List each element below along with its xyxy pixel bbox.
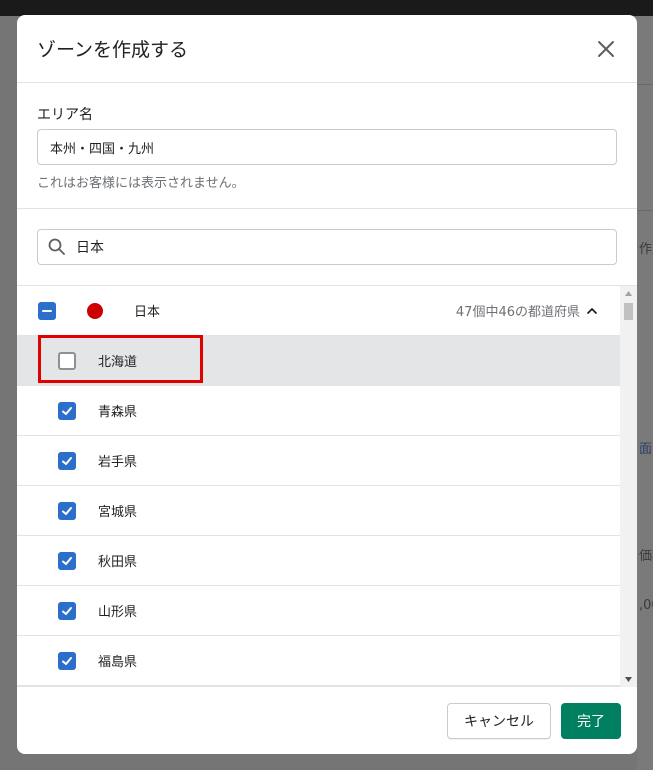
search-input[interactable]: 日本 xyxy=(37,229,617,265)
prefecture-row[interactable]: 福島県 xyxy=(17,636,620,686)
scroll-down-arrow-icon[interactable] xyxy=(620,672,637,687)
prefecture-name: 秋田県 xyxy=(98,555,138,570)
prefecture-name: 山形県 xyxy=(98,605,138,620)
minus-icon xyxy=(42,309,52,312)
modal-footer: キャンセル 完了 xyxy=(17,687,637,754)
backdrop-text: 価格 xyxy=(639,549,653,564)
country-count-text: 47個中46の都道府県 xyxy=(455,305,580,320)
prefecture-row[interactable]: 宮城県 xyxy=(17,486,620,536)
prefecture-name: 福島県 xyxy=(98,655,138,670)
cancel-button[interactable]: キャンセル xyxy=(447,702,551,739)
prefecture-row[interactable]: 山形県 xyxy=(17,586,620,636)
app-top-bar xyxy=(0,0,653,16)
create-zone-modal: ゾーンを作成する エリア名 本州・四国・九州 これはお客様には表示されません。 … xyxy=(17,15,637,754)
backdrop xyxy=(637,16,653,770)
prefecture-row[interactable]: 秋田県 xyxy=(17,536,620,586)
backdrop-text: ,00 xyxy=(639,598,653,613)
region-list-area: 日本 47個中46の都道府県 北海道青森県岩手県宮城県秋田県山形県福島県 xyxy=(17,286,637,687)
checkmark-icon xyxy=(62,656,72,665)
prefecture-checkbox[interactable] xyxy=(58,351,76,370)
prefecture-name: 青森県 xyxy=(98,405,138,420)
region-list[interactable]: 日本 47個中46の都道府県 北海道青森県岩手県宮城県秋田県山形県福島県 xyxy=(17,286,620,687)
prefecture-row[interactable]: 北海道 xyxy=(17,336,620,386)
backdrop-divider xyxy=(637,84,653,85)
close-icon xyxy=(598,40,614,57)
checkmark-icon xyxy=(62,556,72,565)
backdrop-text: 作成 xyxy=(639,242,653,257)
done-button[interactable]: 完了 xyxy=(561,702,621,739)
list-scrollbar[interactable] xyxy=(620,286,637,687)
close-button[interactable] xyxy=(593,36,619,62)
checkmark-icon xyxy=(62,506,72,515)
modal-header: ゾーンを作成する xyxy=(17,15,637,83)
search-value: 日本 xyxy=(76,240,104,256)
prefecture-checkbox[interactable] xyxy=(58,651,76,670)
prefecture-name: 宮城県 xyxy=(98,505,138,520)
prefecture-name: 岩手県 xyxy=(98,455,138,470)
prefecture-row[interactable]: 青森県 xyxy=(17,386,620,436)
search-section: 日本 xyxy=(17,209,637,286)
prefecture-checkbox[interactable] xyxy=(58,501,76,520)
prefecture-checkbox[interactable] xyxy=(58,451,76,470)
area-name-label: エリア名 xyxy=(37,107,93,123)
country-count-toggle[interactable]: 47個中46の都道府県 xyxy=(456,301,598,320)
checkmark-icon xyxy=(62,406,72,415)
prefecture-checkbox[interactable] xyxy=(58,401,76,420)
country-name: 日本 xyxy=(134,305,161,320)
prefecture-row[interactable]: 岩手県 xyxy=(17,436,620,486)
checkmark-icon xyxy=(62,456,72,465)
prefecture-checkbox[interactable] xyxy=(58,551,76,570)
checkmark-icon xyxy=(62,606,72,615)
country-row-japan[interactable]: 日本 47個中46の都道府県 xyxy=(17,286,620,336)
prefecture-checkbox[interactable] xyxy=(58,601,76,620)
area-name-input[interactable]: 本州・四国・九州 xyxy=(37,129,617,165)
backdrop-link: 面 xyxy=(639,442,653,457)
search-icon xyxy=(48,238,65,255)
modal-title: ゾーンを作成する xyxy=(37,39,189,61)
prefecture-name: 北海道 xyxy=(98,355,138,370)
area-name-help-text: これはお客様には表示されません。 xyxy=(37,176,245,191)
backdrop-divider xyxy=(637,210,653,211)
scroll-up-arrow-icon[interactable] xyxy=(620,286,637,301)
chevron-up-icon xyxy=(587,307,597,314)
japan-flag-icon xyxy=(87,302,103,319)
country-checkbox[interactable] xyxy=(38,301,56,320)
scroll-thumb[interactable] xyxy=(624,303,633,320)
area-name-section: エリア名 本州・四国・九州 これはお客様には表示されません。 xyxy=(17,83,637,209)
